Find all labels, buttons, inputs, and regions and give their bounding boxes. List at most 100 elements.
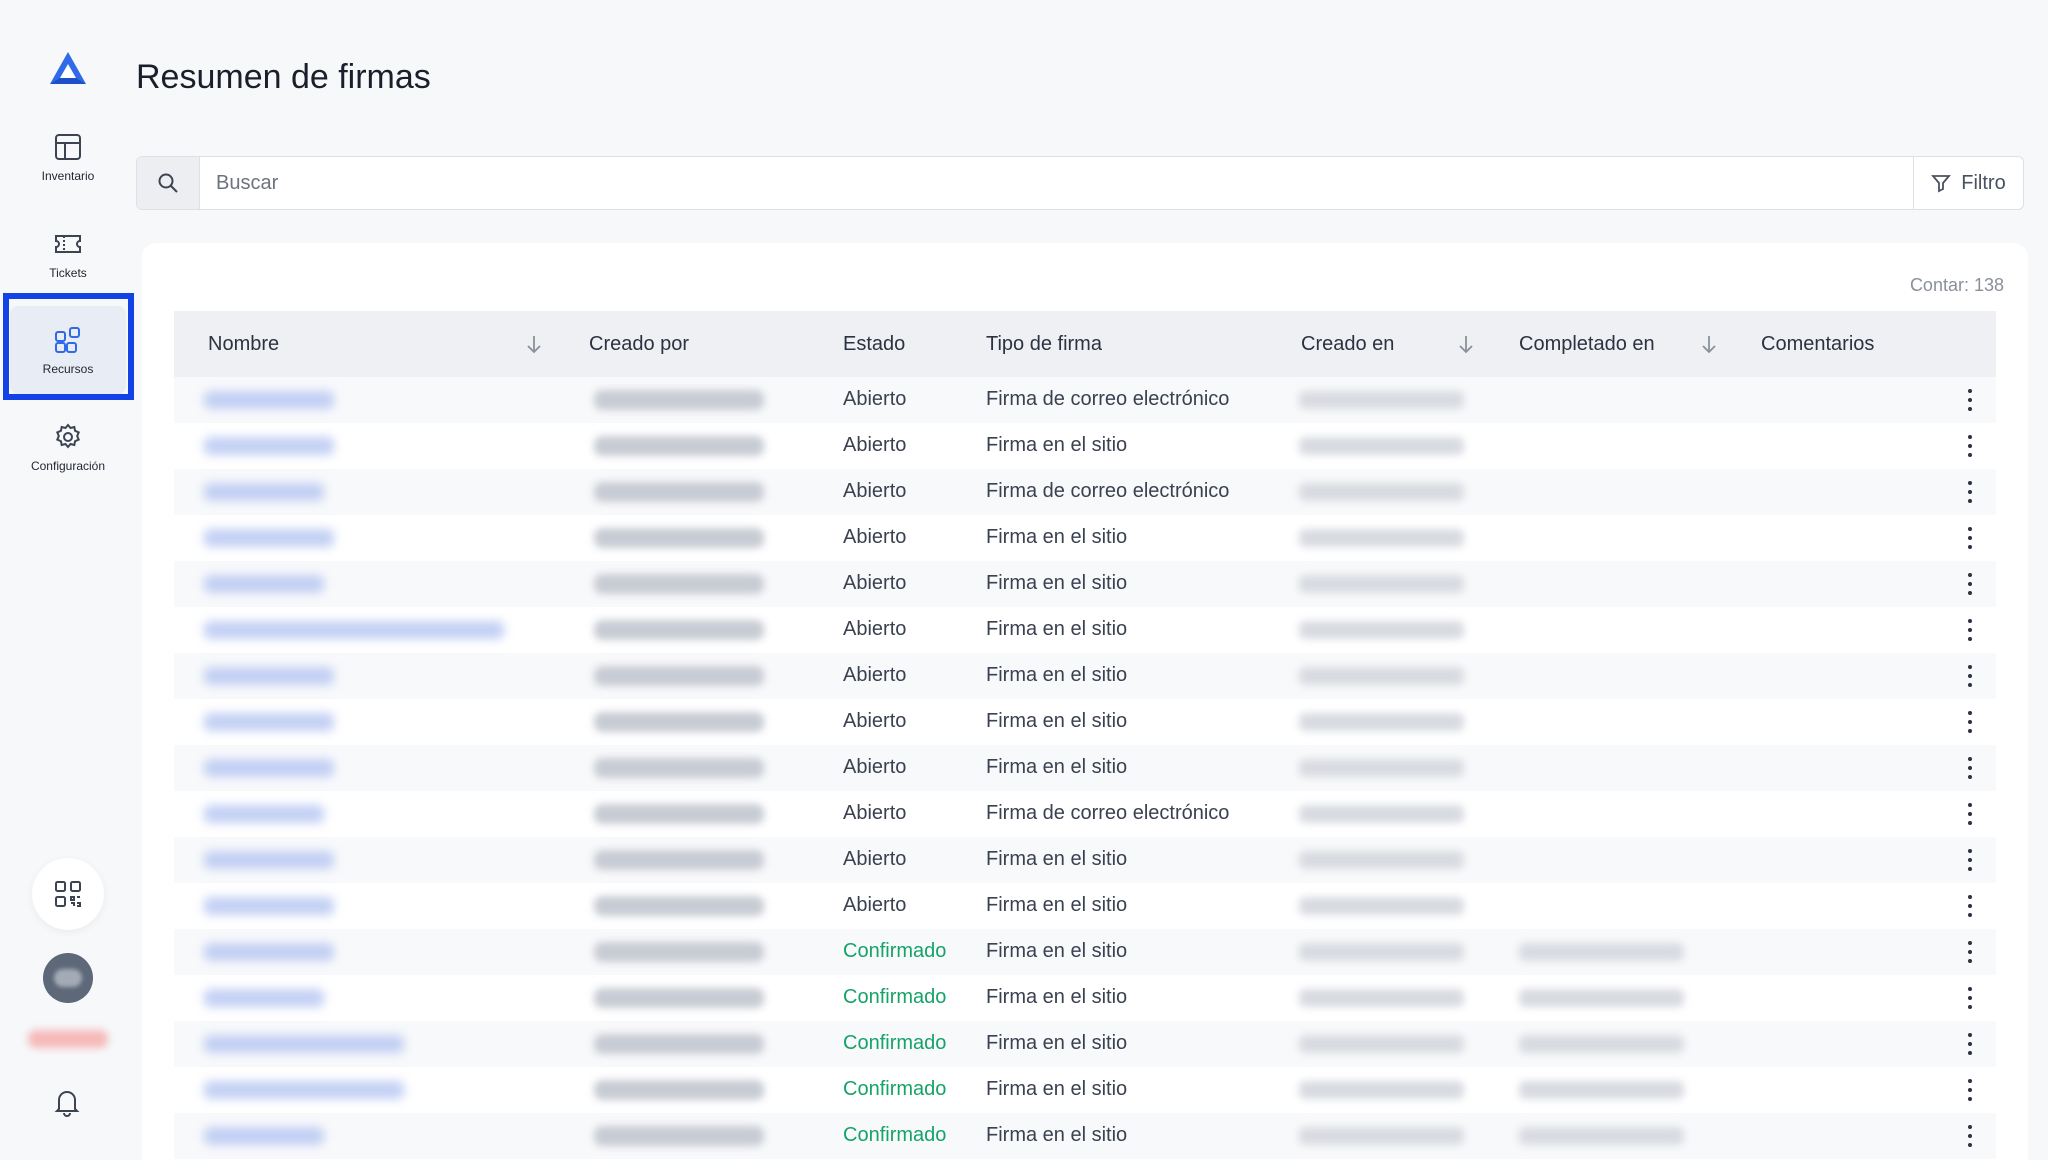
redacted-created-date [1299,437,1464,455]
redacted-creator [594,804,764,824]
column-header-creado-por[interactable]: Creado por [589,333,689,356]
redacted-name-link[interactable] [204,989,324,1007]
table-row[interactable]: Confirmado Firma en el sitio [174,1067,1996,1113]
sidebar-item-inventario[interactable]: Inventario [10,113,126,201]
redacted-name-link[interactable] [204,1035,404,1053]
redacted-name-link[interactable] [204,529,334,547]
signature-type: Firma en el sitio [986,1078,1128,1100]
app-logo[interactable] [48,50,88,88]
more-options-icon[interactable] [1966,941,1974,963]
table-row[interactable]: Abierto Firma en el sitio [174,515,1996,561]
redacted-created-date [1299,1035,1464,1053]
redacted-name-link[interactable] [204,897,334,915]
table-row[interactable]: Abierto Firma de correo electrónico [174,377,1996,423]
redacted-name-link[interactable] [204,437,334,455]
more-options-icon[interactable] [1966,481,1974,503]
more-options-icon[interactable] [1966,573,1974,595]
signature-type: Firma en el sitio [986,710,1128,732]
sidebar-item-configuracion[interactable]: Configuración [10,403,126,491]
column-header-tipo-de-firma[interactable]: Tipo de firma [986,333,1102,356]
table-row[interactable]: Confirmado Firma en el sitio [174,929,1996,975]
table-row[interactable]: Abierto Firma en el sitio [174,699,1996,745]
resources-icon [55,327,80,353]
signature-type: Firma de correo electrónico [986,480,1230,502]
more-options-icon[interactable] [1966,895,1974,917]
redacted-name-link[interactable] [204,851,334,869]
redacted-name-link[interactable] [204,943,334,961]
redacted-creator [594,850,764,870]
redacted-name-link[interactable] [204,1081,404,1099]
column-header-estado[interactable]: Estado [843,333,905,356]
more-options-icon[interactable] [1966,987,1974,1009]
more-options-icon[interactable] [1966,1079,1974,1101]
redacted-completed-date [1519,943,1684,961]
qr-code-icon [55,881,81,907]
search-input[interactable] [200,157,1913,209]
table-row[interactable]: Confirmado Firma en el sitio [174,975,1996,1021]
redacted-creator [594,1034,764,1054]
filter-button[interactable]: Filtro [1913,157,2023,209]
table-row[interactable]: Abierto Firma en el sitio [174,653,1996,699]
search-button[interactable] [137,157,200,209]
table-row[interactable]: Abierto Firma en el sitio [174,607,1996,653]
more-options-icon[interactable] [1966,665,1974,687]
column-header-nombre[interactable]: Nombre [208,333,279,356]
column-header-creado-en[interactable]: Creado en [1301,333,1394,356]
table-row[interactable]: Abierto Firma en el sitio [174,837,1996,883]
redacted-creator [594,436,764,456]
redacted-name-link[interactable] [204,621,504,639]
sort-arrow-down-icon[interactable] [1699,333,1719,355]
status-text: Confirmado [843,1124,947,1146]
more-options-icon[interactable] [1966,527,1974,549]
sort-arrow-down-icon[interactable] [524,333,544,355]
table-row[interactable]: Abierto Firma en el sitio [174,423,1996,469]
redacted-name-link[interactable] [204,759,334,777]
table-row[interactable]: Abierto Firma en el sitio [174,883,1996,929]
sidebar-item-recursos[interactable]: Recursos [10,306,126,394]
redacted-name-link[interactable] [204,1127,324,1145]
ticket-icon [55,235,81,253]
table-row[interactable]: Abierto Firma en el sitio [174,745,1996,791]
redacted-name-link[interactable] [204,391,334,409]
qr-code-button[interactable] [32,858,104,930]
more-options-icon[interactable] [1966,849,1974,871]
column-header-comentarios[interactable]: Comentarios [1761,333,1874,356]
more-options-icon[interactable] [1966,1125,1974,1147]
redacted-name-link[interactable] [204,713,334,731]
more-options-icon[interactable] [1966,435,1974,457]
redacted-creator [594,1126,764,1146]
sidebar-item-tickets[interactable]: Tickets [10,210,126,298]
redacted-user-label [28,1030,108,1048]
more-options-icon[interactable] [1966,619,1974,641]
redacted-creator [594,390,764,410]
table-row[interactable]: Confirmado Firma en el sitio [174,1113,1996,1159]
column-header-completado-en[interactable]: Completado en [1519,333,1655,356]
redacted-created-date [1299,1127,1464,1145]
more-options-icon[interactable] [1966,757,1974,779]
redacted-creator [594,666,764,686]
more-options-icon[interactable] [1966,803,1974,825]
redacted-name-link[interactable] [204,483,324,501]
sort-arrow-down-icon[interactable] [1456,333,1476,355]
bell-icon[interactable] [50,1085,84,1119]
avatar[interactable] [43,953,93,1003]
signature-type: Firma de correo electrónico [986,388,1230,410]
table-row[interactable]: Abierto Firma de correo electrónico [174,469,1996,515]
signatures-table: Nombre Creado por Estado Tipo de firma C… [174,311,1996,1159]
more-options-icon[interactable] [1966,389,1974,411]
more-options-icon[interactable] [1966,711,1974,733]
status-text: Abierto [843,434,907,456]
redacted-created-date [1299,391,1464,409]
status-text: Abierto [843,572,907,594]
table-row[interactable]: Abierto Firma de correo electrónico [174,791,1996,837]
table-row[interactable]: Confirmado Firma en el sitio [174,1021,1996,1067]
redacted-created-date [1299,805,1464,823]
redacted-name-link[interactable] [204,667,334,685]
table-row[interactable]: Abierto Firma en el sitio [174,561,1996,607]
more-options-icon[interactable] [1966,1033,1974,1055]
status-text: Abierto [843,756,907,778]
signature-type: Firma en el sitio [986,526,1128,548]
redacted-name-link[interactable] [204,805,324,823]
redacted-name-link[interactable] [204,575,324,593]
table-header: Nombre Creado por Estado Tipo de firma C… [174,311,1996,377]
